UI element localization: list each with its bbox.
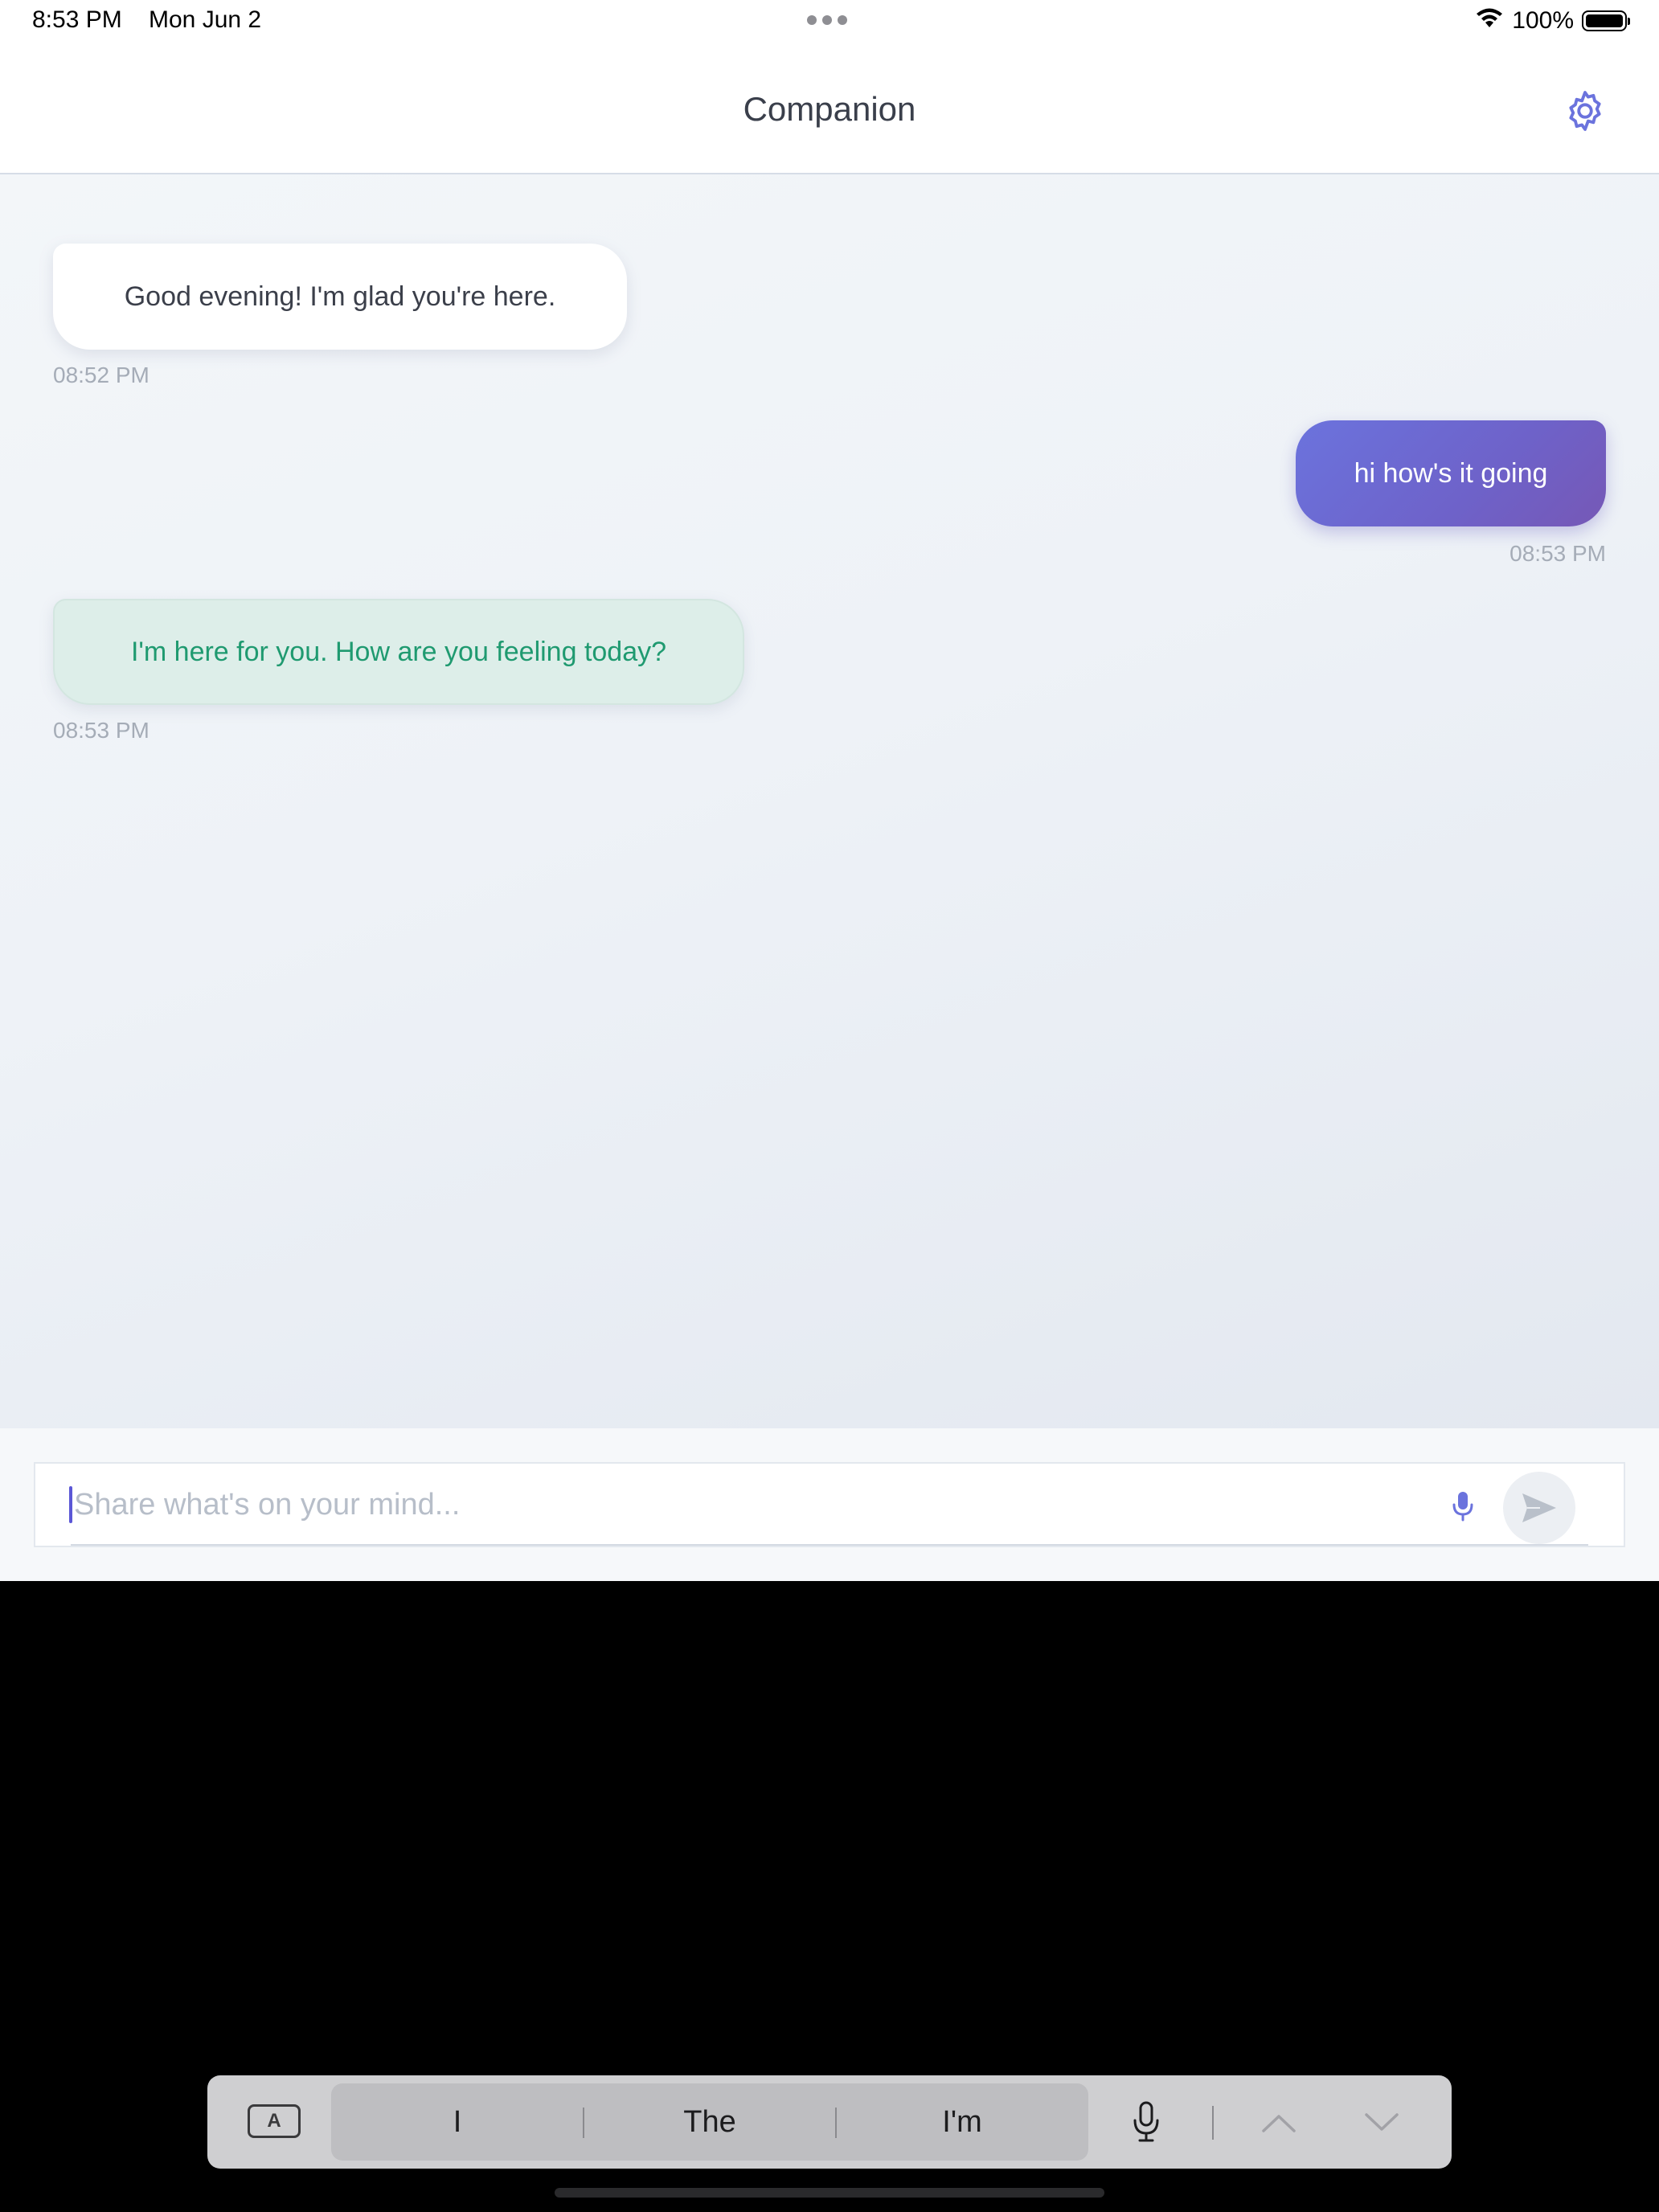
- message-bubble-companion: Good evening! I'm glad you're here.: [53, 244, 627, 350]
- message-bubble-user: hi how's it going: [1296, 420, 1606, 526]
- microphone-icon: [1133, 2101, 1159, 2142]
- keyboard-shortcut-bar: A I The I'm: [207, 2075, 1452, 2169]
- status-date: Mon Jun 2: [149, 6, 262, 33]
- status-time: 8:53 PM: [32, 6, 122, 33]
- page-title: Companion: [743, 90, 916, 128]
- chevron-up-icon: [1262, 2115, 1296, 2132]
- wifi-icon: [1475, 6, 1504, 35]
- settings-button[interactable]: [1559, 85, 1611, 137]
- message-input-placeholder: Share what's on your mind...: [74, 1488, 461, 1522]
- status-bar: 8:53 PM Mon Jun 2 100%: [0, 0, 1659, 48]
- message-timestamp: 08:53 PM: [53, 718, 150, 743]
- previous-field-button[interactable]: [1260, 2104, 1297, 2141]
- app-header: Companion: [0, 48, 1659, 174]
- next-field-button[interactable]: [1363, 2104, 1400, 2141]
- dictation-button[interactable]: [1130, 2099, 1162, 2144]
- gear-icon: [1569, 91, 1601, 131]
- battery-percent: 100%: [1512, 7, 1574, 34]
- voice-input-button[interactable]: [1445, 1488, 1481, 1525]
- text-format-button[interactable]: A: [248, 2104, 301, 2138]
- chat-thread[interactable]: Good evening! I'm glad you're here. 08:5…: [0, 174, 1659, 1428]
- chevron-down-icon: [1365, 2113, 1399, 2131]
- message-bubble-companion-reply: I'm here for you. How are you feeling to…: [53, 599, 744, 705]
- suggestion-item[interactable]: I: [331, 2083, 584, 2161]
- message-input[interactable]: Share what's on your mind...: [34, 1462, 1625, 1547]
- toolbar-divider: [1212, 2106, 1214, 2140]
- send-icon: [1522, 1493, 1556, 1522]
- suggestion-item[interactable]: The: [584, 2083, 836, 2161]
- battery-icon: [1582, 10, 1630, 31]
- microphone-icon: [1452, 1492, 1473, 1522]
- suggestion-item[interactable]: I'm: [836, 2083, 1088, 2161]
- composer-bar: Share what's on your mind...: [0, 1428, 1659, 1581]
- text-cursor: [69, 1486, 72, 1523]
- message-timestamp: 08:52 PM: [53, 363, 150, 387]
- send-button[interactable]: [1503, 1472, 1575, 1544]
- status-right: 100%: [1475, 6, 1630, 35]
- multitasking-dots-icon[interactable]: [807, 15, 847, 25]
- message-timestamp: 08:53 PM: [1509, 541, 1606, 566]
- input-underline: [71, 1544, 1588, 1546]
- predictive-suggestions: I The I'm: [331, 2083, 1088, 2161]
- home-indicator[interactable]: [555, 2188, 1104, 2198]
